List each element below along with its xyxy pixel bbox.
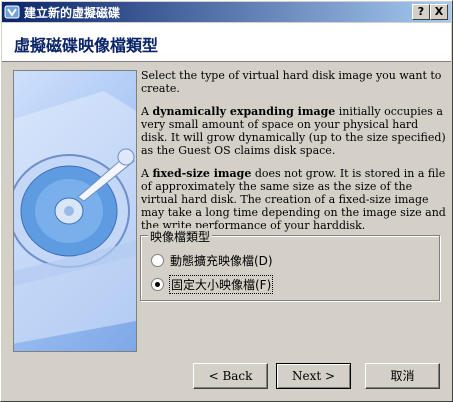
fixed-paragraph: A fixed-size image does not grow. It is … xyxy=(141,167,446,232)
radio-dynamic-label: 動態擴充映像檔(D) xyxy=(170,254,273,268)
window-title: 建立新的虛擬磁碟 xyxy=(24,5,121,20)
radio-dynamic-image[interactable]: 動態擴充映像檔(D) xyxy=(151,252,273,269)
radio-fixed-label: 固定大小映像檔(F) xyxy=(168,275,274,294)
page-header: 虛擬磁碟映像檔類型 xyxy=(2,23,451,62)
fixed-term: fixed-size image xyxy=(152,167,252,180)
radio-fixed-image[interactable]: 固定大小映像檔(F) xyxy=(151,275,274,294)
help-button[interactable]: ? xyxy=(412,4,430,20)
back-button[interactable]: < Back xyxy=(193,363,268,389)
dynamic-lead: A xyxy=(141,105,153,118)
cancel-button[interactable]: 取消 xyxy=(365,363,440,389)
fixed-lead: A xyxy=(141,167,153,180)
next-button[interactable]: Next > xyxy=(276,363,351,389)
description-text: Select the type of virtual hard disk ima… xyxy=(141,69,446,242)
title-bar[interactable]: 建立新的虛擬磁碟 ? X xyxy=(2,2,451,22)
intro-paragraph: Select the type of virtual hard disk ima… xyxy=(141,69,442,95)
close-button[interactable]: X xyxy=(430,4,448,20)
page-title: 虛擬磁碟映像檔類型 xyxy=(14,36,159,55)
wizard-side-image xyxy=(13,70,137,352)
dynamic-term: dynamically expanding image xyxy=(152,105,336,118)
virtualbox-icon xyxy=(4,5,20,19)
dynamic-paragraph: A dynamically expanding image initially … xyxy=(141,105,446,157)
image-type-group: 映像檔類型 動態擴充映像檔(D) 固定大小映像檔(F) xyxy=(140,228,440,301)
hard-disk-illustration xyxy=(14,91,136,344)
radio-fixed-indicator[interactable] xyxy=(151,278,164,291)
radio-dynamic-indicator[interactable] xyxy=(151,254,164,267)
wizard-window: 建立新的虛擬磁碟 ? X 虛擬磁碟映像檔類型 Select the type o… xyxy=(0,0,453,402)
image-type-group-label: 映像檔類型 xyxy=(148,228,213,245)
